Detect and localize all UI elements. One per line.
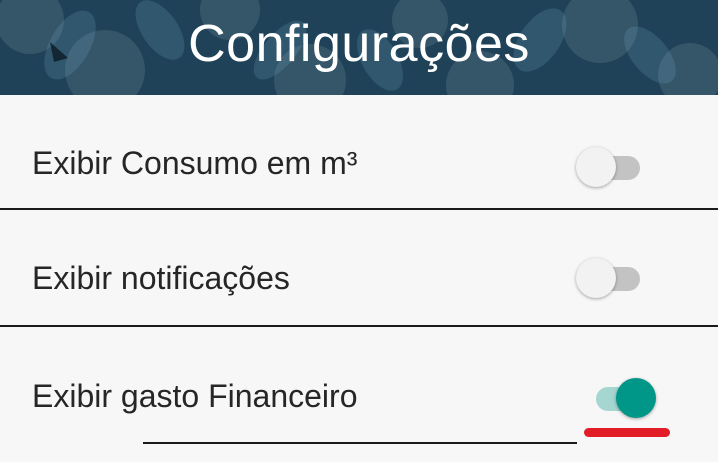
setting-label-gasto-financeiro: Exibir gasto Financeiro bbox=[32, 378, 358, 414]
setting-label-consumo: Exibir Consumo em m³ bbox=[32, 145, 358, 181]
toggle-thumb bbox=[616, 378, 656, 418]
setting-label-notificacoes: Exibir notificações bbox=[32, 260, 290, 296]
notificacoes-toggle-switch[interactable] bbox=[576, 256, 642, 300]
toggle-thumb bbox=[576, 147, 616, 187]
setting-row-consumo: Exibir Consumo em m³ bbox=[0, 95, 718, 210]
setting-row-notificacoes: Exibir notificações bbox=[0, 212, 718, 327]
app-header: Configurações bbox=[0, 0, 718, 95]
highlight-underline bbox=[584, 428, 670, 437]
consumo-toggle-switch[interactable] bbox=[576, 145, 642, 189]
page-title: Configurações bbox=[188, 14, 530, 73]
gasto-financeiro-toggle-switch[interactable] bbox=[590, 376, 656, 420]
toggle-thumb bbox=[576, 258, 616, 298]
label-underline bbox=[143, 442, 577, 444]
